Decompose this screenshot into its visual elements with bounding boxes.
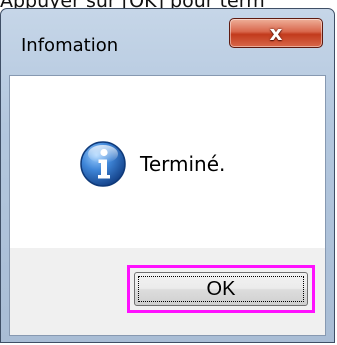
button-area: OK bbox=[10, 248, 325, 335]
dialog-title: Infomation bbox=[21, 35, 119, 56]
message-text: Terminé. bbox=[140, 152, 226, 176]
message-dialog: Infomation x Terminé. OK bbox=[0, 8, 335, 343]
title-bar[interactable]: Infomation x bbox=[1, 9, 334, 75]
information-icon bbox=[80, 141, 126, 187]
close-icon: x bbox=[269, 21, 283, 45]
dialog-client-area: Terminé. OK bbox=[9, 75, 326, 336]
screenshot: Appuyer sur [OK] pour term Infomation x bbox=[0, 0, 337, 345]
close-button[interactable]: x bbox=[229, 18, 323, 48]
ok-button[interactable]: OK bbox=[134, 272, 308, 306]
message-area: Terminé. bbox=[10, 76, 325, 248]
